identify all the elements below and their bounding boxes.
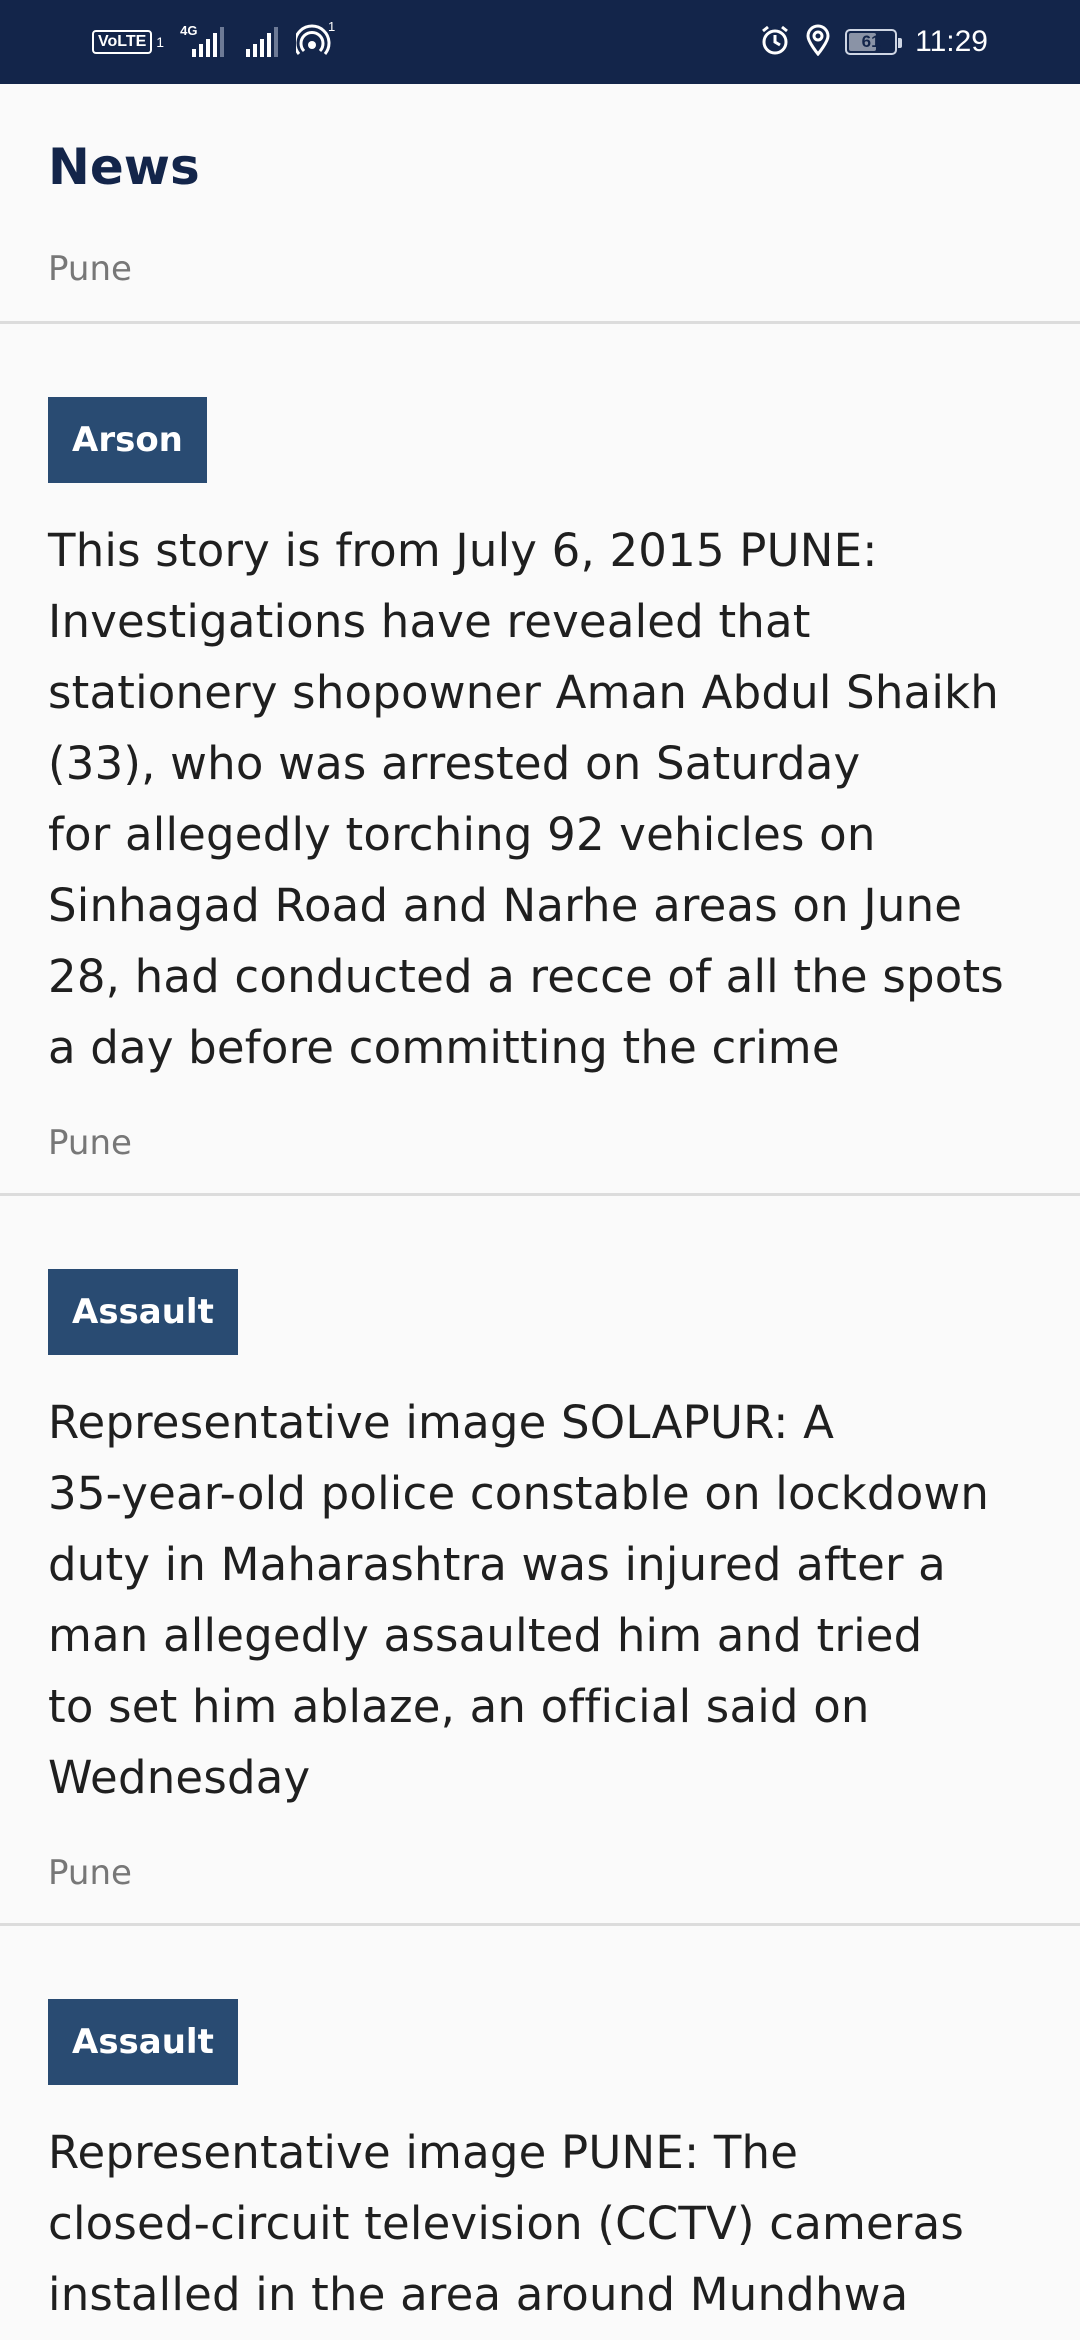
news-card[interactable]: Assault Representative image SOLAPUR: A … <box>0 1196 1080 1926</box>
location-label[interactable]: Pune <box>48 252 132 286</box>
alarm-icon <box>759 24 791 60</box>
location-icon <box>805 24 831 60</box>
news-location: Pune <box>48 1853 132 1893</box>
news-location: Pune <box>48 1123 132 1163</box>
hotspot-count: 1 <box>328 21 335 34</box>
network-type-label: 4G <box>180 23 198 38</box>
news-headline[interactable]: Representative image PUNE: The closed-ci… <box>48 2117 1032 2330</box>
status-bar-right: 61 11:29 <box>759 20 988 64</box>
signal-icon: 4G <box>180 23 226 57</box>
sim-slot-label: 1 <box>156 34 165 50</box>
category-badge: Assault <box>48 1999 238 2085</box>
status-bar-left: VoLTE 1 4G 1 <box>92 21 336 62</box>
battery-percent-label: 61 <box>861 32 881 51</box>
signal-icon <box>244 27 279 57</box>
page-title: News <box>48 138 200 196</box>
news-headline[interactable]: Representative image SOLAPUR: A 35-year-… <box>48 1387 1032 1813</box>
clock-time: 11:29 <box>915 25 988 58</box>
volte-indicator: VoLTE <box>92 30 153 54</box>
news-card[interactable]: Arson This story is from July 6, 2015 PU… <box>0 324 1080 1196</box>
category-badge: Assault <box>48 1269 238 1355</box>
news-headline[interactable]: This story is from July 6, 2015 PUNE: In… <box>48 515 1032 1083</box>
battery-icon: 61 <box>845 29 903 55</box>
page-header: News Pune <box>0 84 1080 324</box>
wifi-hotspot-icon: 1 <box>296 21 336 57</box>
category-badge: Arson <box>48 397 207 483</box>
news-card[interactable]: Assault Representative image PUNE: The c… <box>0 1926 1080 2330</box>
news-feed[interactable]: Arson This story is from July 6, 2015 PU… <box>0 324 1080 2330</box>
status-bar: VoLTE 1 4G 1 61 11:29 <box>0 0 1080 84</box>
